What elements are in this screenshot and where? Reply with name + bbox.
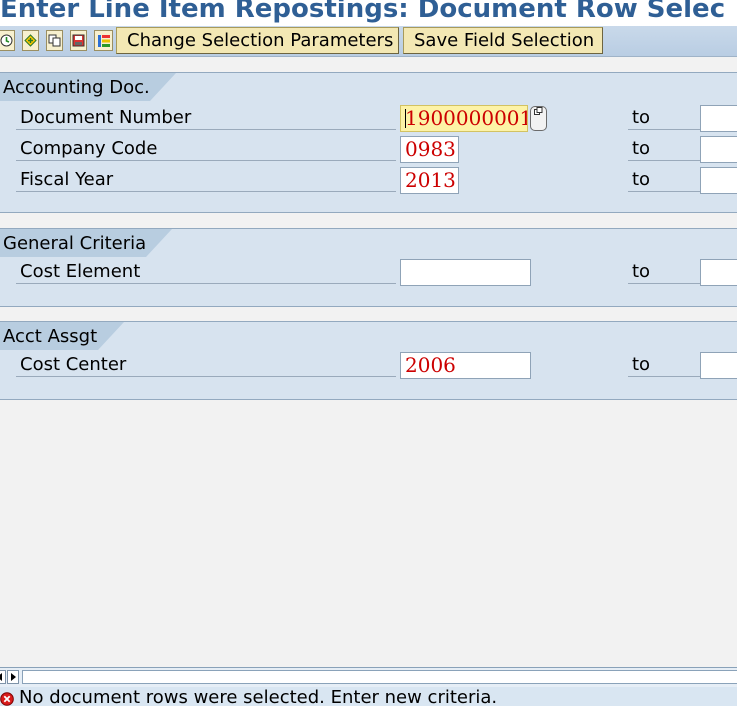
field-label: Fiscal Year (16, 166, 396, 192)
copy-icon[interactable] (46, 30, 63, 51)
field-label: Cost Element (16, 258, 396, 284)
field-label: Document Number (16, 104, 396, 130)
group-acct-assgt: Acct Assgt Cost Center 2006 to (0, 321, 737, 400)
group-general-criteria: General Criteria Cost Element to (0, 228, 737, 307)
company-code-from-input[interactable]: 0983 (400, 136, 459, 163)
execute-icon[interactable] (0, 30, 15, 51)
field-label: Company Code (16, 135, 396, 161)
to-label: to (628, 258, 700, 284)
text-cursor (405, 109, 406, 128)
company-code-to-input[interactable] (700, 136, 737, 163)
get-variant-icon[interactable] (22, 30, 39, 51)
cost-center-to-input[interactable] (700, 352, 737, 379)
save-field-selection-button[interactable]: Save Field Selection (403, 27, 603, 54)
scroll-right-icon[interactable] (7, 670, 19, 684)
fiscal-year-to-input[interactable] (700, 167, 737, 194)
scroll-left-icon[interactable] (0, 670, 6, 684)
group-title: Accounting Doc. (0, 73, 176, 101)
group-accounting-doc: Accounting Doc. Document Number 19000000… (0, 72, 737, 213)
dynamic-selection-icon[interactable] (94, 30, 113, 51)
to-label: to (628, 351, 700, 377)
fiscal-year-from-input[interactable]: 2013 (400, 167, 459, 194)
status-message[interactable]: No document rows were selected. Enter ne… (19, 687, 497, 706)
row-fiscal-year: Fiscal Year 2013 to (0, 165, 737, 196)
save-variant-icon[interactable] (70, 30, 87, 51)
change-selection-parameters-button[interactable]: Change Selection Parameters (116, 27, 399, 54)
group-title: Acct Assgt (0, 322, 124, 350)
cost-center-from-input[interactable]: 2006 (400, 352, 531, 379)
error-icon (0, 690, 14, 706)
group-title: General Criteria (0, 229, 172, 257)
row-company-code: Company Code 0983 to (0, 134, 737, 165)
cost-element-to-input[interactable] (700, 259, 737, 286)
row-document-number: Document Number 1900000001 to (0, 103, 737, 134)
row-cost-center: Cost Center 2006 to (0, 350, 737, 381)
field-label: Cost Center (16, 351, 396, 377)
horizontal-scrollbar[interactable] (0, 667, 737, 688)
to-label: to (628, 104, 700, 130)
cost-element-from-input[interactable] (400, 259, 531, 286)
document-number-to-input[interactable] (700, 105, 737, 132)
row-cost-element: Cost Element to (0, 257, 737, 288)
to-label: to (628, 166, 700, 192)
status-bar: No document rows were selected. Enter ne… (0, 687, 737, 706)
page-title: Enter Line Item Repostings: Document Row… (0, 0, 737, 26)
document-number-from-input[interactable]: 1900000001 (400, 105, 528, 132)
multiple-selection-icon[interactable] (530, 106, 547, 131)
scrollbar-track[interactable] (22, 670, 737, 684)
to-label: to (628, 135, 700, 161)
application-toolbar: Change Selection Parameters Save Field S… (0, 26, 737, 57)
